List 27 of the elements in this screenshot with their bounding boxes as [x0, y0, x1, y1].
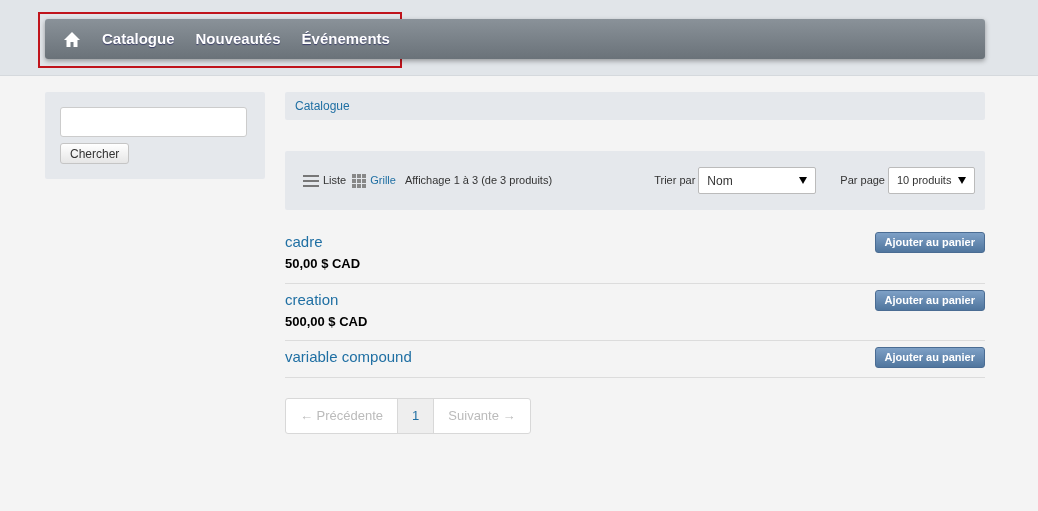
add-to-cart-button[interactable]: Ajouter au panier [874, 232, 985, 253]
product-link[interactable]: variable compound [285, 347, 412, 367]
product-link[interactable]: cadre [285, 232, 361, 252]
search-button[interactable]: Chercher [60, 143, 130, 164]
product-link[interactable]: creation [285, 289, 368, 310]
product-price: 500,00 $ CAD [285, 312, 368, 331]
view-toggle[interactable]: Liste [303, 172, 347, 189]
list-icon [303, 173, 319, 188]
breadcrumb-link[interactable]: Catalogue [295, 97, 350, 115]
sort-label: Trier par [654, 173, 696, 189]
nav-link[interactable]: Catalogue [102, 27, 175, 51]
grid-icon [352, 173, 367, 188]
per-page-label: Par page [840, 173, 885, 189]
sort-select[interactable]: Nom [698, 167, 817, 194]
add-to-cart-button[interactable]: Ajouter au panier [874, 347, 985, 368]
caret-icon [958, 177, 966, 184]
per-page-select[interactable]: 10 produits [888, 167, 975, 194]
page-link[interactable]: 1 [397, 399, 434, 433]
view-toggle[interactable]: Grille [352, 172, 396, 189]
result-count: Affichage 1 à 3 (de 3 produits) [404, 173, 553, 189]
product-price: 50,00 $ CAD [285, 255, 361, 273]
home-icon[interactable] [63, 30, 81, 48]
nav-link[interactable]: Nouveautés [195, 27, 281, 51]
caret-icon [799, 177, 808, 184]
add-to-cart-button[interactable]: Ajouter au panier [874, 289, 985, 311]
nav-link[interactable]: Événements [301, 27, 390, 51]
search-field[interactable] [60, 107, 247, 137]
